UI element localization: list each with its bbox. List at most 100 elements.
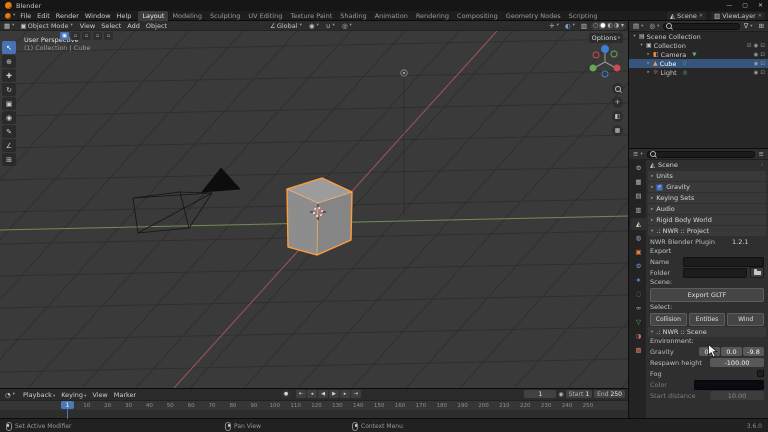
options-button[interactable]: Options ▾: [588, 33, 623, 43]
respawn-height-field[interactable]: -100.00: [710, 358, 764, 367]
scene-selector[interactable]: ◭ Scene ✕: [667, 11, 707, 20]
zoom-view-button[interactable]: [612, 83, 623, 94]
workspace-tab-geometry-nodes[interactable]: Geometry Nodes: [502, 11, 565, 21]
play-reverse-button[interactable]: ◀: [318, 390, 328, 398]
timeline-menu-marker[interactable]: Marker: [111, 391, 139, 399]
annotate-tool[interactable]: ✎: [2, 125, 16, 138]
add-cube-tool[interactable]: ⊞: [2, 153, 16, 166]
disclosure-icon[interactable]: ▸: [646, 70, 651, 75]
select-entities-button[interactable]: Entities: [688, 313, 726, 326]
camera-toggle-icon[interactable]: ⊡: [760, 70, 765, 76]
workspace-tab-shading[interactable]: Shading: [336, 11, 370, 21]
panel-audio[interactable]: ▸ Audio: [648, 204, 766, 214]
play-button[interactable]: ▶: [329, 390, 339, 398]
viewport-menu-view[interactable]: View: [77, 22, 98, 30]
unlink-scene-icon[interactable]: ✕: [699, 13, 703, 19]
tab-output[interactable]: ▤: [631, 190, 646, 202]
workspace-tab-modeling[interactable]: Modeling: [168, 11, 206, 21]
outliner-row-collection[interactable]: ▾ ▣ Collection ☑ ◉ ⊡: [629, 41, 768, 50]
shading-material-button[interactable]: ◐: [607, 22, 612, 29]
workspace-tab-texture-paint[interactable]: Texture Paint: [286, 11, 336, 21]
properties-filter-button[interactable]: ≡: [757, 150, 766, 159]
proportional-editing-toggle[interactable]: ◎ ▾: [340, 21, 354, 30]
panel-nwr-scene[interactable]: ▾ .: NWR :: Scene: [648, 327, 766, 337]
gravity-checkbox[interactable]: ✓: [656, 183, 664, 191]
select-wind-button[interactable]: Wind: [727, 313, 765, 326]
outliner-display-mode-button[interactable]: ◎ ▾: [647, 22, 661, 31]
tab-tool[interactable]: ⚙: [631, 162, 646, 174]
select-collision-button[interactable]: Collision: [650, 313, 687, 326]
menu-window[interactable]: Window: [82, 12, 114, 20]
workspace-tab-scripting[interactable]: Scripting: [565, 11, 602, 21]
workspace-tab-compositing[interactable]: Compositing: [453, 11, 502, 21]
light-object[interactable]: [400, 69, 408, 216]
timeline-menu-keying[interactable]: Keying▾: [58, 391, 89, 399]
gizmo-y-axis[interactable]: [589, 64, 597, 72]
outliner-row-light[interactable]: ▸ ☼ Light ◎ ◉ ⊡: [629, 68, 768, 77]
export-gltf-button[interactable]: Export GLTF: [650, 288, 764, 302]
tab-object-data[interactable]: ▽: [631, 316, 646, 328]
timeline-editor-type-button[interactable]: ◔ ▾: [3, 390, 17, 399]
start-distance-field[interactable]: 10.00: [710, 391, 764, 400]
jump-to-end-button[interactable]: ⇥: [351, 390, 361, 398]
move-tool[interactable]: ✚: [2, 69, 16, 82]
eye-toggle-icon[interactable]: ◉: [754, 70, 759, 76]
next-keyframe-button[interactable]: ▸: [340, 390, 350, 398]
eye-toggle-icon[interactable]: ◉: [754, 43, 759, 49]
pin-icon[interactable]: ◦: [760, 161, 764, 169]
transform-orientation-selector[interactable]: ∠ Global ▾: [268, 21, 304, 30]
close-button[interactable]: ✕: [758, 0, 763, 11]
disclosure-icon[interactable]: ▾: [632, 34, 637, 39]
playhead-line[interactable]: [67, 409, 68, 419]
xray-toggle[interactable]: ▥: [579, 21, 589, 30]
outliner-row-camera[interactable]: ▸ ◧ Camera ▼ ◉ ⊡: [629, 50, 768, 59]
workspace-tab-uv-editing[interactable]: UV Editing: [244, 11, 286, 21]
tab-world[interactable]: ◍: [631, 232, 646, 244]
show-overlays-toggle[interactable]: ◐ ▾: [563, 21, 577, 30]
camera-object[interactable]: [132, 167, 241, 234]
shading-dropdown[interactable]: ▾: [621, 22, 624, 29]
outliner-row-scene-collection[interactable]: ▾ ▤ Scene Collection: [629, 32, 768, 41]
minimize-button[interactable]: —: [726, 0, 732, 11]
shading-wireframe-button[interactable]: ○: [593, 22, 598, 29]
transform-tool[interactable]: ◉: [2, 111, 16, 124]
show-gizmo-toggle[interactable]: ✛ ▾: [547, 21, 561, 30]
shading-solid-button[interactable]: ●: [599, 22, 607, 29]
panel-nwr-project[interactable]: ▾ .: NWR :: Project: [648, 226, 766, 236]
new-collection-button[interactable]: ⊞: [757, 22, 766, 31]
select-subtract-mode-button[interactable]: ▫: [82, 32, 91, 40]
tab-object[interactable]: ▣: [631, 246, 646, 258]
name-input[interactable]: [683, 256, 764, 267]
menu-render[interactable]: Render: [53, 12, 82, 20]
tab-scene[interactable]: ◭: [631, 218, 646, 230]
workspace-tab-rendering[interactable]: Rendering: [412, 11, 453, 21]
panel-gravity[interactable]: ▸ ✓ Gravity: [648, 182, 766, 192]
gizmo-x-axis[interactable]: [613, 64, 621, 72]
outliner-editor-type-button[interactable]: ▤ ▾: [631, 22, 645, 31]
tab-modifiers[interactable]: ⚙: [631, 260, 646, 272]
playhead-badge[interactable]: 1: [61, 401, 74, 409]
eye-toggle-icon[interactable]: ◉: [754, 52, 759, 58]
toggle-perspective-button[interactable]: ▦: [612, 125, 623, 136]
gizmo-z-axis[interactable]: [601, 45, 609, 53]
outliner-row-cube[interactable]: ▸ ▲ Cube ▽ ◉ ⊡: [629, 59, 768, 68]
select-box-tool[interactable]: ↖: [2, 41, 16, 54]
disclosure-icon[interactable]: ▾: [639, 43, 644, 48]
select-intersect-mode-button[interactable]: ▫: [104, 32, 113, 40]
menu-edit[interactable]: Edit: [34, 12, 53, 20]
panel-units[interactable]: ▸ Units: [648, 171, 766, 181]
maximize-button[interactable]: ▢: [742, 0, 748, 11]
checkbox-toggle-icon[interactable]: ☑: [747, 43, 752, 49]
editor-type-button[interactable]: ▦ ▾: [2, 21, 16, 30]
tab-constraints[interactable]: ∞: [631, 302, 646, 314]
timeline-menu-playback[interactable]: Playback▾: [20, 391, 58, 399]
tab-view-layer[interactable]: ▥: [631, 204, 646, 216]
fog-checkbox[interactable]: [757, 370, 764, 377]
timeline-menu-view[interactable]: View: [89, 391, 110, 399]
tab-physics[interactable]: ◌: [631, 288, 646, 300]
cursor-tool[interactable]: ⊕: [2, 55, 16, 68]
properties-search-input[interactable]: [646, 150, 755, 158]
start-frame-field[interactable]: Start 1: [565, 390, 593, 398]
panel-keying-sets[interactable]: ▸ Keying Sets: [648, 193, 766, 203]
camera-toggle-icon[interactable]: ⊡: [760, 52, 765, 58]
